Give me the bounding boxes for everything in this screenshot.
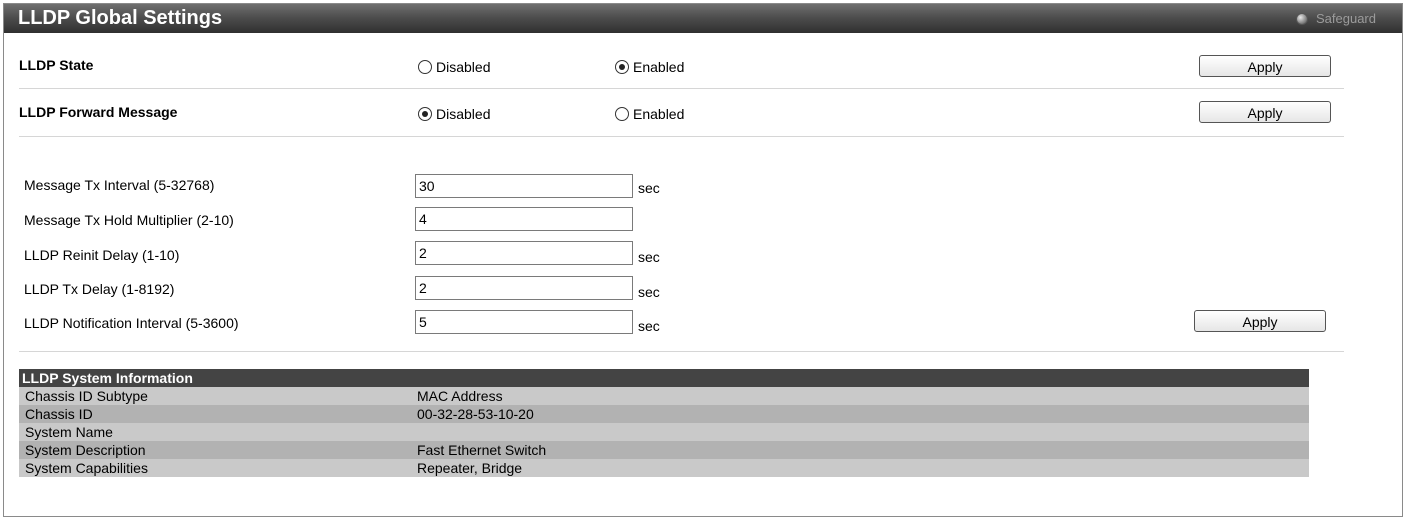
radio-label: Disabled [436, 106, 491, 122]
lldp-reinit-delay-label: LLDP Reinit Delay (1-10) [24, 247, 180, 263]
lldp-forward-message-label: LLDP Forward Message [19, 104, 178, 120]
safeguard-indicator: Safeguard [1296, 11, 1376, 27]
lldp-reinit-delay-input[interactable] [415, 241, 633, 265]
info-value: Repeater, Bridge [417, 460, 523, 476]
page-title: LLDP Global Settings [18, 7, 223, 29]
radio-label: Enabled [633, 106, 685, 122]
lldp-global-settings-panel: LLDP Global Settings Safeguard LLDP Stat… [3, 3, 1403, 517]
message-tx-interval-label: Message Tx Interval (5-32768) [24, 177, 215, 193]
table-row: System Capabilities Repeater, Bridge [19, 459, 1309, 477]
info-value: Fast Ethernet Switch [417, 442, 547, 458]
radio-circle-icon[interactable] [615, 107, 629, 121]
info-key: System Description [25, 442, 146, 458]
message-tx-hold-multiplier-label: Message Tx Hold Multiplier (2-10) [24, 212, 234, 228]
info-key: Chassis ID [25, 406, 93, 422]
lldp-forward-enabled-radio[interactable]: Enabled [615, 106, 684, 122]
lldp-state-disabled-radio[interactable]: Disabled [418, 59, 490, 75]
radio-circle-icon[interactable] [615, 60, 629, 74]
lldp-forward-apply-button[interactable]: Apply [1199, 101, 1331, 123]
lldp-state-enabled-radio[interactable]: Enabled [615, 59, 684, 75]
info-value: MAC Address [417, 388, 503, 404]
radio-label: Disabled [436, 59, 491, 75]
table-row: Chassis ID 00-32-28-53-10-20 [19, 405, 1309, 423]
unit-label: sec [638, 284, 660, 300]
lldp-tx-delay-input[interactable] [415, 276, 633, 300]
title-bar: LLDP Global Settings Safeguard [4, 4, 1402, 33]
info-value: 00-32-28-53-10-20 [417, 406, 534, 422]
divider [19, 88, 1344, 89]
divider [19, 351, 1344, 352]
message-tx-hold-multiplier-input[interactable] [415, 207, 633, 231]
message-tx-interval-input[interactable] [415, 174, 633, 198]
system-info-header: LLDP System Information [19, 369, 1309, 387]
lldp-forward-disabled-radio[interactable]: Disabled [418, 106, 490, 122]
lldp-state-apply-button[interactable]: Apply [1199, 55, 1331, 77]
lldp-notification-interval-label: LLDP Notification Interval (5-3600) [24, 315, 239, 331]
info-key: System Name [25, 424, 113, 440]
lldp-notification-interval-input[interactable] [415, 310, 633, 334]
table-row: System Name [19, 423, 1309, 441]
unit-label: sec [638, 249, 660, 265]
status-dot-icon [1296, 13, 1308, 25]
divider [19, 136, 1344, 137]
lldp-tx-delay-label: LLDP Tx Delay (1-8192) [24, 281, 175, 297]
safeguard-label: Safeguard [1316, 11, 1376, 26]
radio-circle-icon[interactable] [418, 60, 432, 74]
unit-label: sec [638, 318, 660, 334]
params-apply-button[interactable]: Apply [1194, 310, 1326, 332]
unit-label: sec [638, 180, 660, 196]
radio-circle-icon[interactable] [418, 107, 432, 121]
info-key: Chassis ID Subtype [25, 388, 148, 404]
table-row: System Description Fast Ethernet Switch [19, 441, 1309, 459]
info-key: System Capabilities [25, 460, 148, 476]
radio-label: Enabled [633, 59, 685, 75]
table-row: Chassis ID Subtype MAC Address [19, 387, 1309, 405]
lldp-state-label: LLDP State [19, 57, 94, 73]
